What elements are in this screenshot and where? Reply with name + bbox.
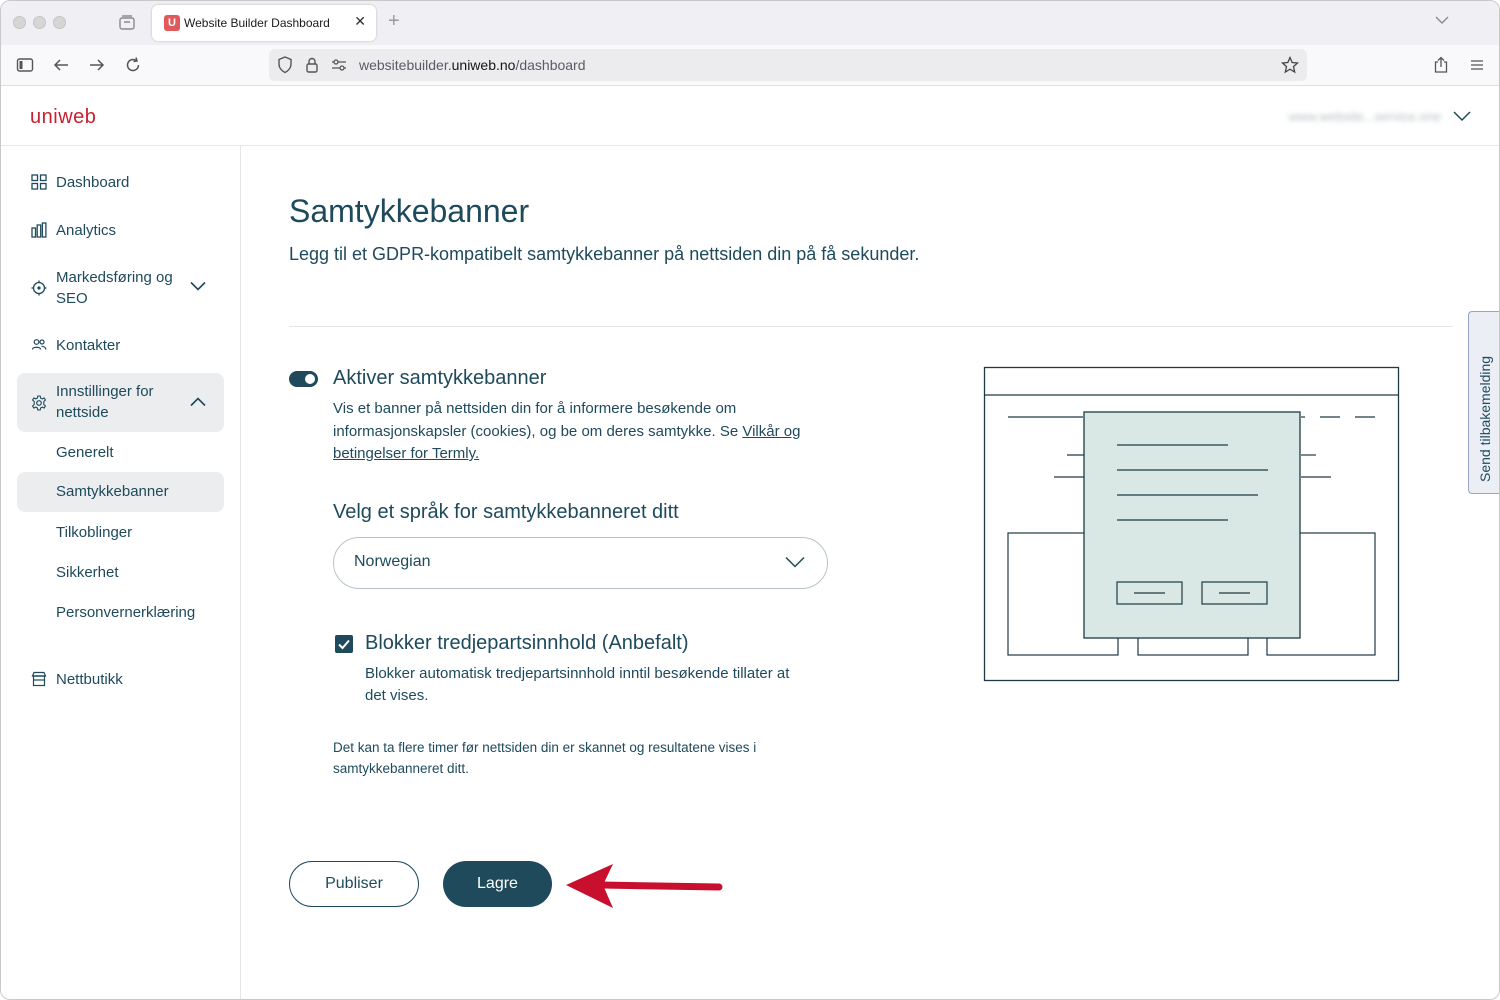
language-value: Norwegian <box>354 553 431 570</box>
language-label: Velg et språk for samtykkebanneret ditt <box>333 501 679 523</box>
browser-tab-bar: U Website Builder Dashboard ✕ + <box>1 1 1499 45</box>
banner-illustration <box>983 366 1400 682</box>
share-icon[interactable] <box>1432 56 1450 74</box>
lock-icon[interactable] <box>305 56 319 74</box>
sidebar-toggle-icon[interactable] <box>16 56 34 74</box>
red-arrow-annotation <box>566 864 723 908</box>
page-title: Samtykkebanner <box>289 193 530 229</box>
tab-title: Website Builder Dashboard <box>184 16 330 30</box>
minimize-window-button[interactable] <box>33 16 46 29</box>
sidebar-subitem-label: Tilkoblinger <box>56 524 133 541</box>
bookmark-star-icon[interactable] <box>1281 56 1299 74</box>
url-text[interactable]: websitebuilder.uniweb.no/dashboard <box>359 57 586 73</box>
target-icon <box>31 280 47 296</box>
shield-icon[interactable] <box>277 56 293 74</box>
sidebar-subitem-consent-banner[interactable]: Samtykkebanner <box>17 472 224 512</box>
browser-window: U Website Builder Dashboard ✕ + websiteb… <box>0 0 1500 1000</box>
sidebar-subitem-label: Samtykkebanner <box>56 483 169 500</box>
sidebar-item-contacts[interactable]: Kontakter <box>17 331 224 361</box>
chevron-down-icon[interactable] <box>190 281 206 291</box>
store-icon <box>31 671 47 687</box>
send-feedback-tab[interactable]: Send tilbakemelding <box>1468 311 1499 494</box>
chevron-down-icon[interactable] <box>1435 15 1449 25</box>
zoom-window-button[interactable] <box>53 16 66 29</box>
sidebar-subitem-privacy-policy[interactable]: Personvernerklæring <box>17 593 224 645</box>
sidebar-subitem-connections[interactable]: Tilkoblinger <box>17 513 224 553</box>
tab-overview-icon[interactable] <box>118 14 136 32</box>
scan-note: Det kan ta flere timer før nettsiden din… <box>333 740 757 776</box>
checkmark-icon <box>338 639 350 650</box>
chevron-down-icon[interactable] <box>1453 110 1471 122</box>
consent-banner-toggle-label: Aktiver samtykkebanner <box>333 367 547 389</box>
favicon-icon: U <box>164 15 180 31</box>
grid-icon <box>31 174 47 190</box>
site-selector[interactable]: www.website...service.one <box>1289 109 1441 124</box>
sidebar-item-label: Nettbutikk <box>56 671 123 688</box>
menu-icon[interactable] <box>1468 56 1486 74</box>
save-button[interactable]: Lagre <box>443 861 552 907</box>
sidebar-item-label: Dashboard <box>56 174 130 191</box>
language-select[interactable]: Norwegian <box>333 537 828 589</box>
sidebar-subitem-label: Generelt <box>56 444 114 461</box>
sidebar-subitem-security[interactable]: Sikkerhet <box>17 553 224 593</box>
sidebar-item-dashboard[interactable]: Dashboard <box>17 168 224 198</box>
browser-tab[interactable]: U Website Builder Dashboard ✕ <box>152 5 376 41</box>
sidebar-item-label: Markedsføring og SEO <box>56 269 173 307</box>
sidebar-subitem-general[interactable]: Generelt <box>17 433 224 473</box>
gear-icon <box>31 395 47 411</box>
toggle-knob <box>305 374 315 384</box>
send-feedback-label: Send tilbakemelding <box>1477 355 1493 482</box>
block-third-party-description: Blokker automatisk tredjepartsinnhold in… <box>365 665 790 704</box>
bar-chart-icon <box>31 222 47 238</box>
consent-banner-toggle[interactable] <box>289 371 318 387</box>
browser-toolbar: websitebuilder.uniweb.no/dashboard <box>1 45 1499 86</box>
tab-close-icon[interactable]: ✕ <box>354 13 366 30</box>
sidebar-subitem-label: Sikkerhet <box>56 564 119 581</box>
sidebar-item-marketing-seo[interactable]: Markedsføring og SEO <box>17 264 224 312</box>
forward-arrow-icon[interactable] <box>88 56 106 74</box>
sidebar-subitem-label: Personvernerklæring <box>56 604 196 621</box>
page-subtitle: Legg til et GDPR-kompatibelt samtykkeban… <box>289 244 920 264</box>
reload-icon[interactable] <box>124 56 142 74</box>
sidebar-item-webshop[interactable]: Nettbutikk <box>17 665 224 695</box>
app-header: uniweb www.website...service.one <box>1 86 1499 146</box>
sidebar-item-analytics[interactable]: Analytics <box>17 216 224 246</box>
users-icon <box>31 339 47 350</box>
publish-button[interactable]: Publiser <box>289 861 419 907</box>
divider <box>289 326 1453 327</box>
uniweb-logo[interactable]: uniweb <box>30 106 96 129</box>
sidebar-item-label: Analytics <box>56 222 117 239</box>
block-third-party-label: Blokker tredjepartsinnhold (Anbefalt) <box>365 632 689 654</box>
back-arrow-icon[interactable] <box>52 56 70 74</box>
new-tab-icon[interactable]: + <box>388 11 400 31</box>
sidebar: Dashboard Analytics Markedsføring og SEO… <box>1 146 241 999</box>
close-window-button[interactable] <box>13 16 26 29</box>
sidebar-item-site-settings[interactable]: Innstillinger for nettside <box>17 373 224 432</box>
sidebar-item-label: Innstillinger for nettside <box>56 383 154 421</box>
chevron-up-icon[interactable] <box>190 397 206 407</box>
chevron-down-icon <box>785 556 805 568</box>
address-bar[interactable]: websitebuilder.uniweb.no/dashboard <box>269 49 1307 81</box>
sidebar-item-label: Kontakter <box>56 337 121 354</box>
consent-banner-description: Vis et banner på nettsiden din for å inf… <box>333 400 801 462</box>
block-third-party-checkbox[interactable] <box>335 635 353 653</box>
site-permissions-icon[interactable] <box>331 58 347 72</box>
